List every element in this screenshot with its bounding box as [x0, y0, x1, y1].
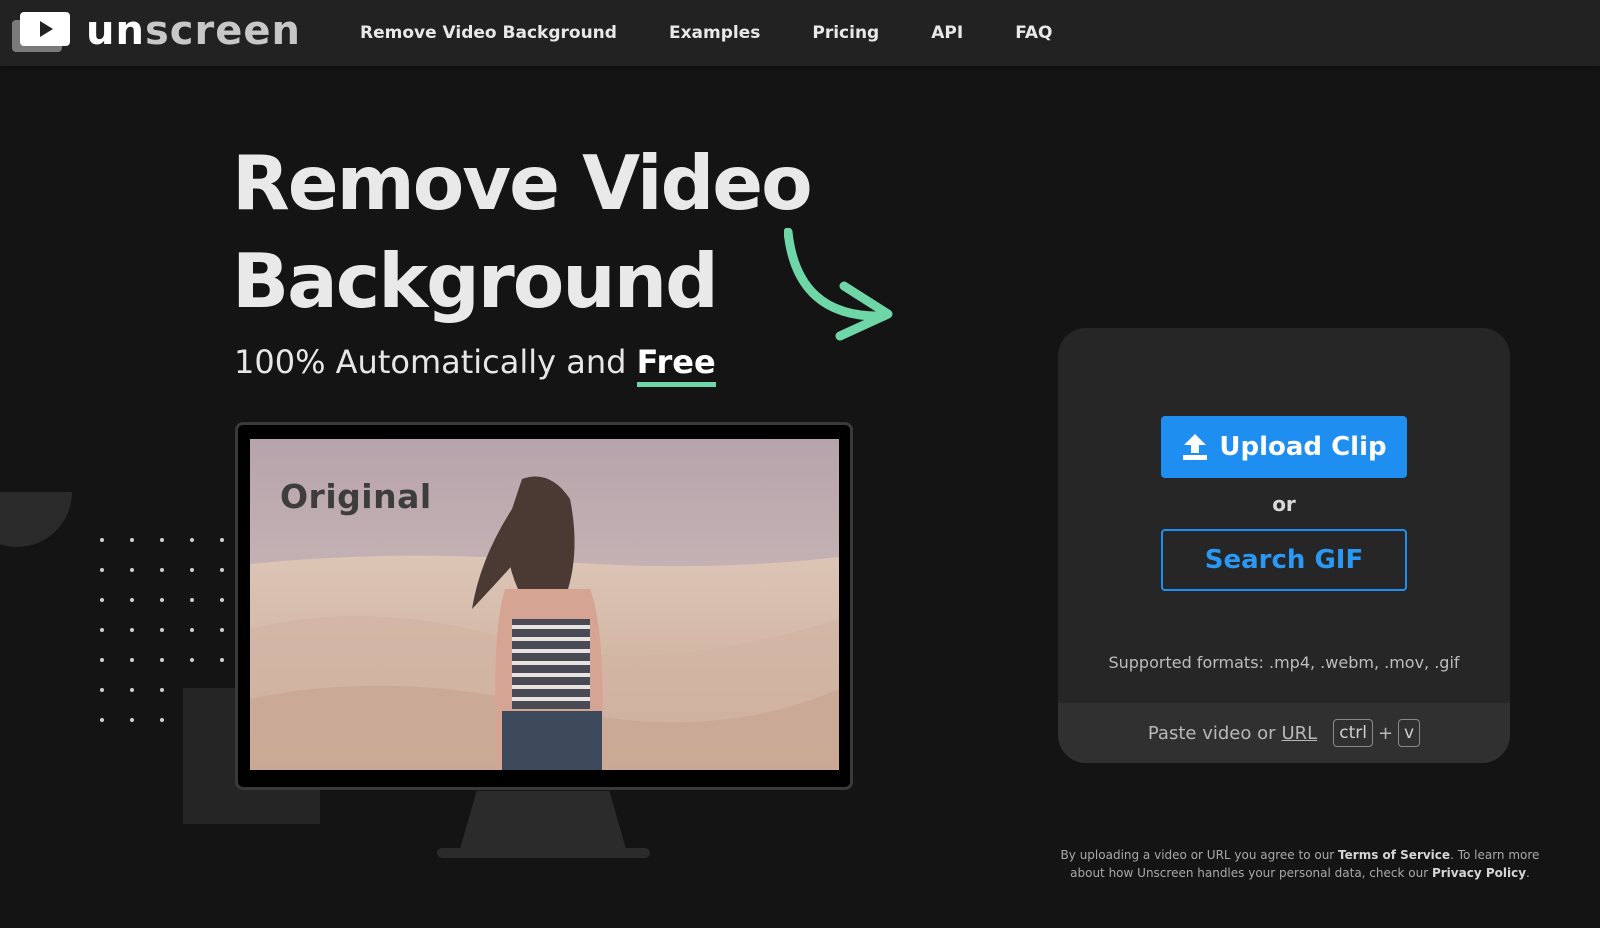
video-preview: Original: [250, 439, 839, 770]
nav-links: Remove Video Background Examples Pricing…: [360, 0, 1104, 66]
brand-name: unscreen: [86, 8, 301, 54]
upload-icon: [1183, 434, 1208, 460]
legal-text-1: By uploading a video or URL you agree to…: [1060, 848, 1339, 862]
nav-link-remove-background[interactable]: Remove Video Background: [360, 23, 617, 43]
video-preview-monitor: Original: [235, 422, 853, 790]
hero-subtitle: 100% Automatically and Free: [234, 343, 716, 387]
play-icon: [12, 12, 70, 52]
key-plus: +: [1377, 722, 1394, 744]
or-separator: or: [1272, 492, 1296, 516]
monitor-base: [437, 848, 650, 858]
search-gif-button[interactable]: Search GIF: [1161, 529, 1407, 591]
page-title: Remove Video Background: [232, 134, 813, 330]
nav-link-api[interactable]: API: [931, 23, 963, 43]
page-title-line-1: Remove Video: [232, 139, 813, 227]
terms-of-service-link[interactable]: Terms of Service: [1338, 848, 1450, 862]
nav-link-pricing[interactable]: Pricing: [812, 23, 879, 43]
nav-link-examples[interactable]: Examples: [669, 23, 760, 43]
subtitle-text: 100% Automatically and: [234, 343, 637, 381]
privacy-policy-link[interactable]: Privacy Policy: [1432, 866, 1526, 880]
upload-clip-label: Upload Clip: [1219, 432, 1387, 462]
brand-logo[interactable]: unscreen: [12, 8, 302, 54]
monitor-stand: [460, 791, 626, 849]
key-ctrl: ctrl: [1333, 719, 1373, 747]
key-v: v: [1398, 719, 1421, 747]
nav-link-faq[interactable]: FAQ: [1015, 23, 1052, 43]
page-title-line-2: Background: [232, 237, 719, 325]
paste-url-link[interactable]: URL: [1282, 723, 1318, 744]
preview-label: Original: [280, 477, 432, 516]
subtitle-highlight: Free: [636, 343, 716, 387]
decorative-half-circle: [0, 492, 72, 547]
supported-formats: Supported formats: .mp4, .webm, .mov, .g…: [1108, 653, 1460, 672]
legal-notice: By uploading a video or URL you agree to…: [1050, 846, 1550, 882]
navbar: unscreen Remove Video Background Example…: [0, 0, 1600, 66]
arrow-icon: [784, 228, 893, 341]
paste-text: Paste video or: [1147, 722, 1276, 744]
upload-clip-button[interactable]: Upload Clip: [1161, 416, 1407, 478]
upload-card: Upload Clip or Search GIF Supported form…: [1058, 328, 1510, 763]
paste-bar: Paste video or URL ctrl + v: [1058, 703, 1510, 763]
legal-text-3: .: [1526, 866, 1530, 880]
